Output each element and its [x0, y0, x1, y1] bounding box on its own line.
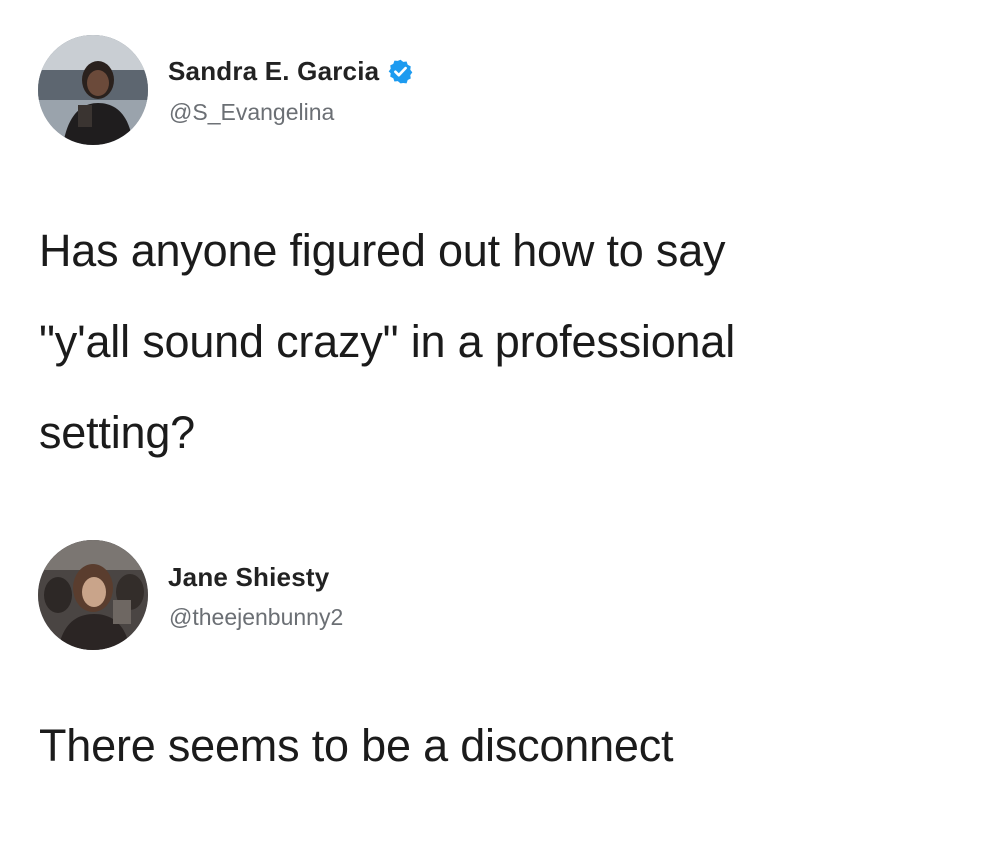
display-name[interactable]: Sandra E. Garcia: [168, 56, 379, 87]
tweet-text-line: There seems to be a disconnect: [39, 720, 674, 771]
handle[interactable]: @theejenbunny2: [169, 604, 343, 631]
avatar[interactable]: [38, 35, 148, 145]
avatar-photo: [38, 540, 148, 650]
avatar[interactable]: [38, 540, 148, 650]
handle[interactable]: @S_Evangelina: [169, 99, 334, 126]
display-name[interactable]: Jane Shiesty: [168, 562, 329, 593]
tweet-text: There seems to be a disconnect: [39, 700, 979, 791]
tweet-text: Has anyone figured out how to say "y'all…: [39, 205, 979, 478]
tweet-text-line: Has anyone figured out how to say: [39, 225, 726, 276]
verified-badge-icon: [387, 58, 414, 85]
tweet-text-line: "y'all sound crazy" in a professional: [39, 316, 735, 367]
tweet-text-line: setting?: [39, 407, 196, 458]
tweet-reply: Jane Shiesty @theejenbunny2 There seems …: [0, 520, 1000, 852]
avatar-photo: [38, 35, 148, 145]
author-row: Jane Shiesty: [168, 562, 329, 593]
tweet-original: Sandra E. Garcia @S_Evangelina Has anyon…: [0, 0, 1000, 500]
author-row: Sandra E. Garcia: [168, 56, 414, 87]
